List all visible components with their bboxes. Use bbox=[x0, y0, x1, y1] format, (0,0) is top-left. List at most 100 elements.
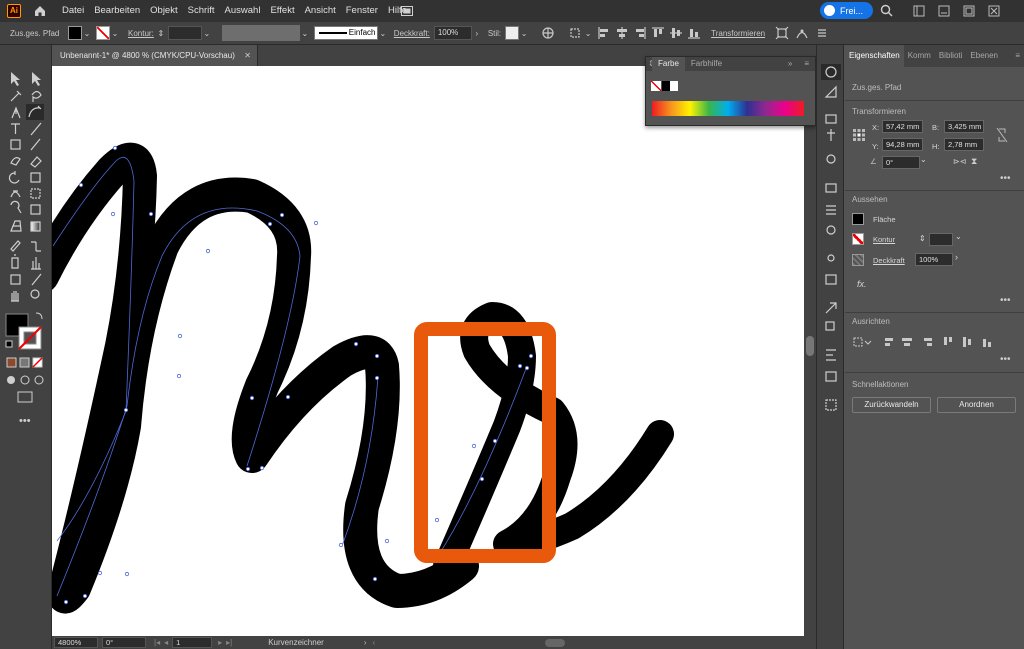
kontur-label[interactable]: Kontur: bbox=[128, 29, 154, 38]
symbol-sprayer-tool-icon[interactable] bbox=[11, 254, 19, 269]
search-icon[interactable] bbox=[880, 4, 893, 17]
scale-tool-icon[interactable] bbox=[30, 172, 41, 183]
appearance-stroke-weight-field[interactable] bbox=[929, 233, 953, 246]
appearance-stroke-dropdown-icon[interactable]: ⌄ bbox=[955, 232, 962, 241]
panel-menu-icon[interactable] bbox=[815, 26, 829, 40]
width-field[interactable]: 3,425 mm bbox=[944, 120, 984, 133]
y-field[interactable]: 94,28 mm bbox=[882, 138, 923, 151]
fill-swatch[interactable] bbox=[68, 26, 82, 40]
live-paint-tool-icon[interactable] bbox=[30, 204, 41, 215]
arrange-button[interactable]: Anordnen bbox=[937, 397, 1016, 413]
opacity-arrow-icon[interactable]: › bbox=[472, 29, 482, 38]
pen-tool-icon[interactable] bbox=[11, 106, 21, 119]
menu-datei[interactable]: Datei bbox=[57, 0, 89, 22]
angle-dropdown-icon[interactable]: ⌄ bbox=[920, 155, 927, 164]
appearance-opacity-arrow-icon[interactable]: › bbox=[955, 252, 958, 262]
opacity-field[interactable]: 100% bbox=[433, 26, 472, 40]
color-spectrum[interactable] bbox=[652, 101, 804, 116]
perspective-grid-tool-icon[interactable] bbox=[10, 220, 22, 232]
more-transform-options-icon[interactable]: ••• bbox=[1000, 173, 1011, 184]
stroke-swatch[interactable] bbox=[96, 26, 110, 40]
default-colors-icon[interactable] bbox=[5, 340, 13, 348]
appearance-stroke-label[interactable]: Kontur bbox=[873, 235, 895, 244]
flip-horizontal-icon[interactable]: ⊳⊲ bbox=[953, 157, 966, 166]
rotate-tool-icon[interactable] bbox=[8, 171, 20, 184]
hand-tool-icon[interactable] bbox=[11, 291, 19, 302]
props-align-bottom-icon[interactable] bbox=[983, 339, 986, 347]
links-icon[interactable] bbox=[825, 371, 837, 382]
props-align-hcenter-icon[interactable] bbox=[902, 338, 912, 341]
stroke-weight-field[interactable] bbox=[167, 26, 202, 40]
rotation-field[interactable]: 0° bbox=[102, 637, 146, 648]
transparency-icon[interactable] bbox=[826, 225, 836, 235]
color-panel-menu-icon[interactable]: ≡ bbox=[798, 57, 815, 71]
appearance-fill-swatch[interactable] bbox=[852, 213, 864, 225]
menu-effekt[interactable]: Effekt bbox=[265, 0, 299, 22]
style-dropdown-icon[interactable]: ⌄ bbox=[519, 29, 529, 38]
shape-builder-tool-icon[interactable] bbox=[10, 200, 22, 214]
swap-fill-stroke-icon[interactable] bbox=[35, 312, 43, 320]
stroke-style-dropdown-icon[interactable]: ⌄ bbox=[378, 29, 388, 38]
appearance-opacity-label[interactable]: Deckkraft bbox=[873, 256, 905, 265]
align-bottom-icon[interactable] bbox=[687, 26, 701, 40]
align-vcenter-icon[interactable] bbox=[669, 26, 683, 40]
status-menu-icon[interactable]: › bbox=[364, 638, 367, 647]
fx-effects-button[interactable]: fx. bbox=[857, 279, 867, 289]
width-tool-icon[interactable] bbox=[10, 190, 21, 198]
eraser-tool-icon[interactable] bbox=[30, 156, 42, 168]
shaper-tool-icon[interactable] bbox=[10, 157, 21, 166]
first-artboard-icon[interactable]: |◂ bbox=[154, 638, 160, 647]
reference-point-icon[interactable] bbox=[852, 128, 866, 142]
zoom-field[interactable]: 4800% bbox=[54, 637, 98, 648]
isolate-icon[interactable] bbox=[775, 26, 789, 40]
eyedropper-tool-icon[interactable] bbox=[10, 240, 21, 252]
canvas-area[interactable] bbox=[52, 66, 804, 636]
menu-objekt[interactable]: Objekt bbox=[145, 0, 182, 22]
paintbrush-tool-icon[interactable] bbox=[30, 138, 41, 151]
props-align-left-icon[interactable] bbox=[885, 338, 893, 341]
close-icon[interactable] bbox=[988, 5, 1000, 17]
hscroll-left-icon[interactable]: ‹ bbox=[372, 638, 375, 647]
angle-field[interactable]: 0° bbox=[882, 156, 920, 169]
tab-ebenen[interactable]: Ebenen bbox=[966, 45, 1002, 67]
align-top-icon[interactable] bbox=[651, 26, 665, 40]
align-hcenter-icon[interactable] bbox=[615, 26, 629, 40]
workspace-icon[interactable] bbox=[913, 5, 925, 17]
appearance-opacity-field[interactable]: 100% bbox=[915, 253, 953, 266]
edit-toolbar-icon[interactable]: ••• bbox=[19, 415, 31, 425]
direct-selection-tool-icon[interactable] bbox=[32, 72, 41, 86]
appearance-stroke-swatch[interactable] bbox=[852, 233, 864, 245]
horizontal-scroll-thumb[interactable] bbox=[545, 638, 566, 647]
free-transform-tool-icon[interactable] bbox=[30, 188, 41, 199]
graph-tool-icon[interactable] bbox=[31, 257, 41, 270]
properties-panel-icon[interactable] bbox=[825, 114, 837, 124]
revert-button[interactable]: Zurückwandeln bbox=[852, 397, 931, 413]
variable-width-profile[interactable] bbox=[221, 25, 300, 41]
home-icon[interactable] bbox=[33, 4, 47, 18]
flip-vertical-icon[interactable]: ⧗ bbox=[971, 156, 977, 167]
artboard[interactable] bbox=[52, 66, 804, 636]
align-left-icon[interactable] bbox=[597, 26, 611, 40]
properties-panel-menu-icon[interactable]: ≡ bbox=[1011, 45, 1024, 67]
selection-tool-icon[interactable] bbox=[11, 72, 20, 86]
rectangle-tool-icon[interactable] bbox=[10, 139, 21, 150]
gradient-mode-icon[interactable] bbox=[19, 357, 30, 368]
share-button[interactable]: Frei... bbox=[820, 2, 873, 19]
transform-link[interactable]: Transformieren bbox=[711, 29, 765, 38]
align-to-dropdown-icon[interactable]: ⌄ bbox=[583, 29, 593, 38]
align-right-icon[interactable] bbox=[633, 26, 647, 40]
type-tool-icon[interactable] bbox=[11, 123, 20, 134]
restore-icon[interactable] bbox=[963, 5, 975, 17]
line-tool-icon[interactable] bbox=[30, 122, 42, 136]
panel-expand-icon[interactable]: » bbox=[782, 57, 798, 71]
align-to-icon[interactable] bbox=[569, 26, 583, 40]
white-color-swatch[interactable] bbox=[670, 81, 678, 91]
constrain-proportions-icon[interactable] bbox=[996, 127, 1008, 143]
tab-farbe[interactable]: Farbe bbox=[652, 57, 685, 71]
stroke-weight-stepper[interactable]: ⇕ bbox=[156, 29, 166, 38]
black-color-swatch[interactable] bbox=[662, 81, 670, 91]
profile-dropdown-icon[interactable]: ⌄ bbox=[300, 29, 310, 38]
gradient-tool-icon[interactable] bbox=[30, 221, 41, 232]
minimize-icon[interactable] bbox=[938, 5, 950, 17]
menu-bearbeiten[interactable]: Bearbeiten bbox=[89, 0, 145, 22]
